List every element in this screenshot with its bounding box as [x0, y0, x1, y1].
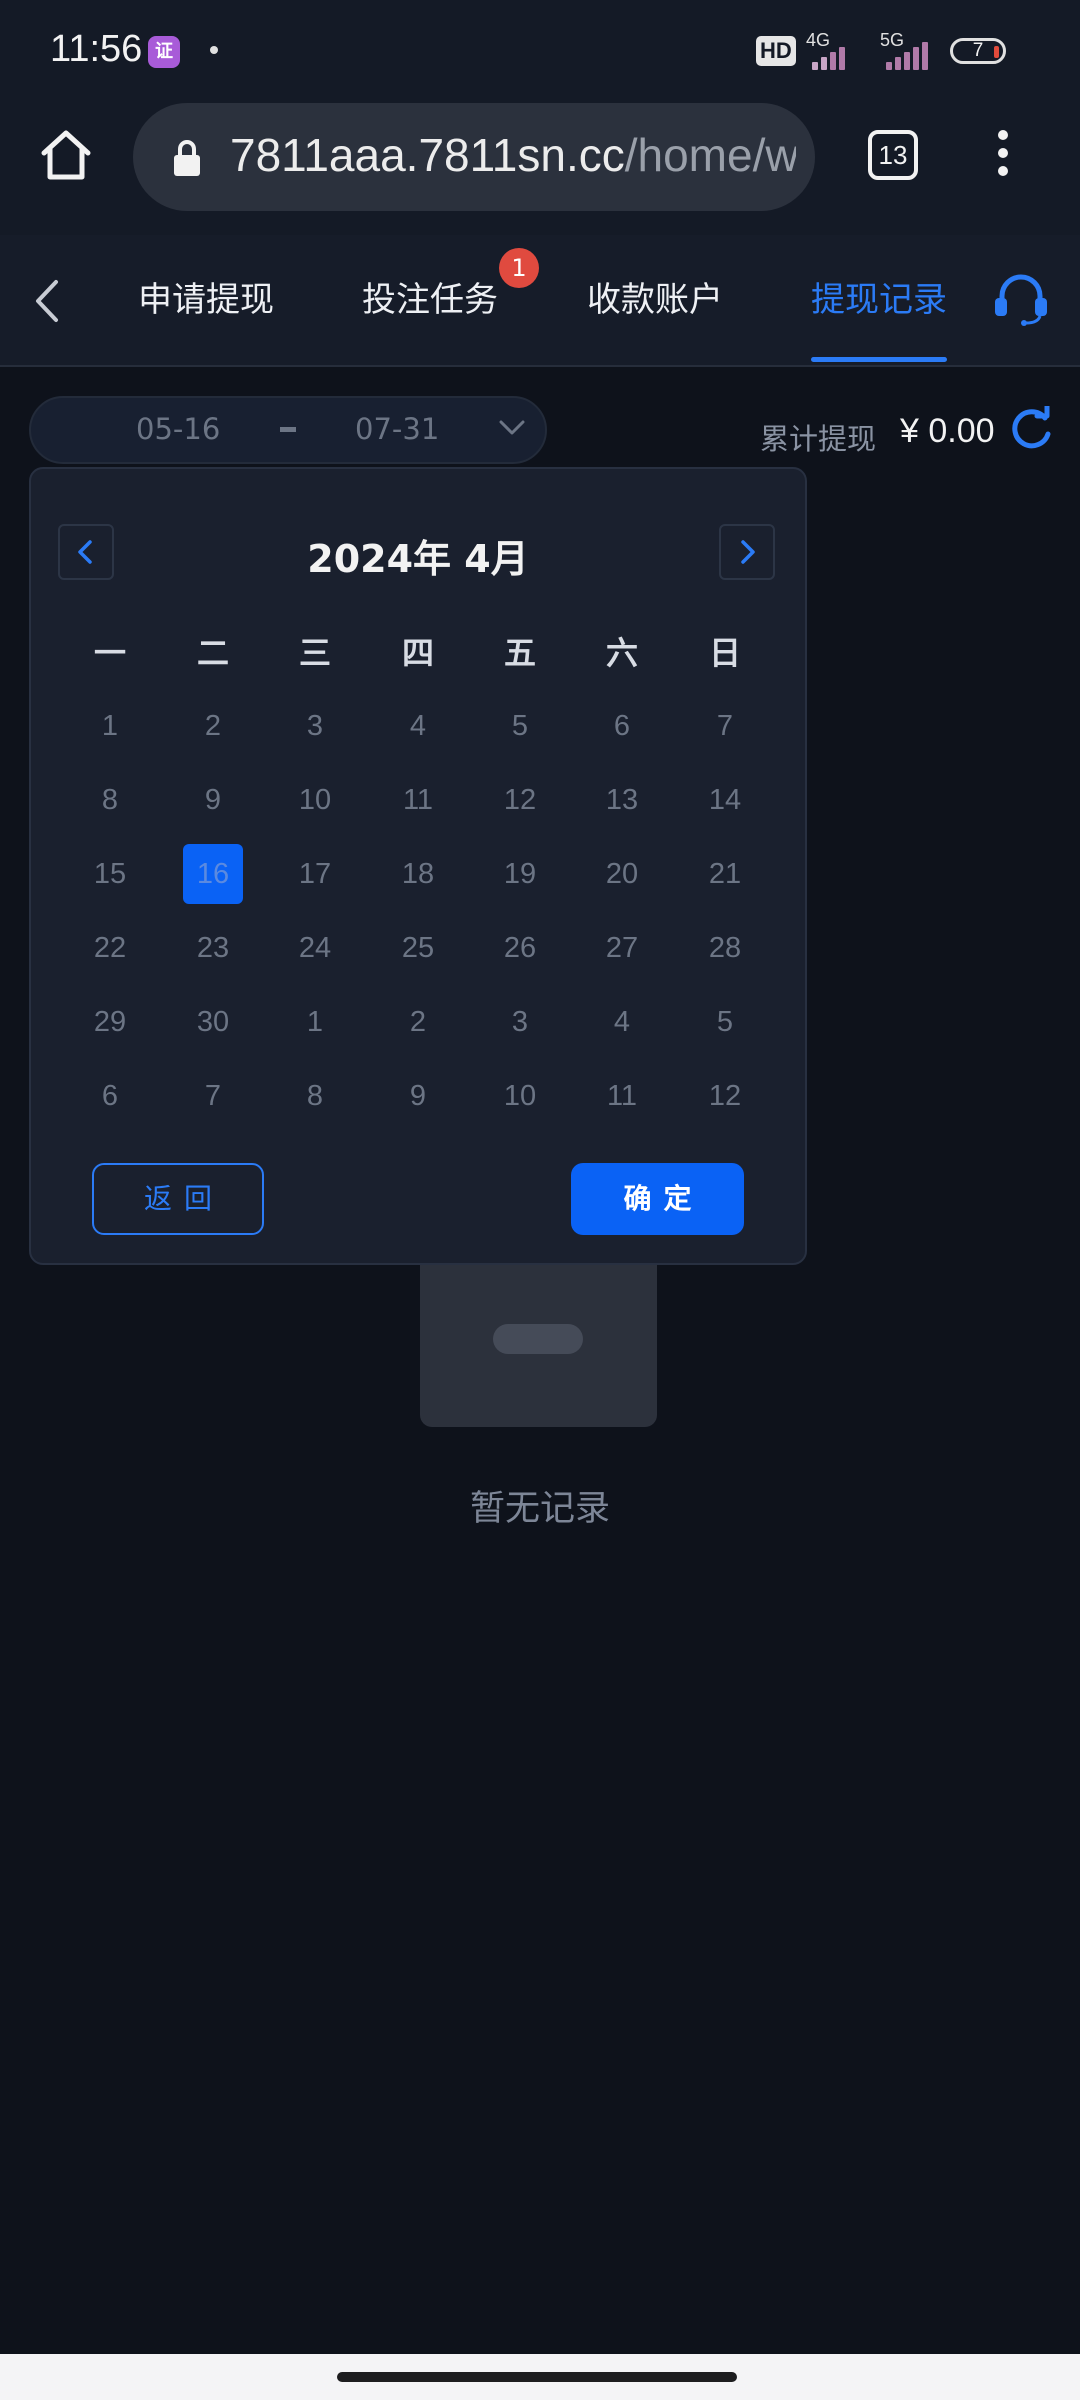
calendar-day[interactable]: 7 [183, 1066, 243, 1126]
url-host: 7811aaa.7811sn.cc [230, 129, 625, 181]
calendar-day[interactable]: 1 [80, 696, 140, 756]
notification-dot-icon [210, 46, 218, 54]
calendar-day[interactable]: 2 [183, 696, 243, 756]
url-path: /home/wit [624, 129, 796, 181]
end-date[interactable]: 07-31 [355, 412, 439, 446]
tab-switcher-button[interactable]: 13 [868, 130, 918, 180]
calendar-day[interactable]: 21 [695, 844, 755, 904]
calendar-day[interactable]: 26 [490, 918, 550, 978]
calendar-day[interactable]: 19 [490, 844, 550, 904]
total-withdraw-label: 累计提现 [760, 422, 877, 456]
home-icon[interactable] [36, 125, 96, 185]
calendar-day[interactable]: 6 [80, 1066, 140, 1126]
app-notification-icon: 证 [148, 36, 180, 68]
start-date[interactable]: 05-16 [136, 412, 220, 446]
calendar-day[interactable]: 30 [183, 992, 243, 1052]
calendar-day[interactable]: 4 [592, 992, 652, 1052]
calendar-day[interactable]: 9 [388, 1066, 448, 1126]
calendar-day-selected[interactable]: 16 [183, 844, 243, 904]
calendar-day[interactable]: 17 [285, 844, 345, 904]
signal-strength-5g-icon [886, 40, 928, 70]
calendar-day[interactable]: 3 [490, 992, 550, 1052]
weekday-label: 五 [503, 634, 536, 672]
chevron-down-icon[interactable] [498, 418, 526, 438]
calendar-month-title: 2024年 4月 [307, 537, 529, 581]
task-count-badge: 1 [499, 248, 539, 288]
tab-betting-task[interactable]: 投注任务 [362, 272, 498, 321]
calendar-day[interactable]: 12 [490, 770, 550, 830]
calendar-day[interactable]: 3 [285, 696, 345, 756]
tab-withdraw-record[interactable]: 提现记录 [811, 272, 947, 321]
weekday-label: 一 [93, 634, 126, 672]
calendar-day[interactable]: 8 [285, 1066, 345, 1126]
calendar-day[interactable]: 7 [695, 696, 755, 756]
weekday-label: 三 [298, 634, 331, 672]
empty-box-slot [493, 1324, 583, 1354]
date-separator [280, 427, 296, 432]
calendar-day[interactable]: 14 [695, 770, 755, 830]
calendar-day[interactable]: 25 [388, 918, 448, 978]
calendar-day[interactable]: 1 [285, 992, 345, 1052]
calendar-day[interactable]: 5 [490, 696, 550, 756]
calendar-day[interactable]: 10 [490, 1066, 550, 1126]
refresh-icon[interactable] [1007, 406, 1055, 454]
customer-service-icon[interactable] [992, 272, 1050, 326]
total-withdraw-value: ¥ 0.00 [900, 412, 995, 450]
calendar-day[interactable]: 8 [80, 770, 140, 830]
calendar-day[interactable]: 10 [285, 770, 345, 830]
calendar-day[interactable]: 15 [80, 844, 140, 904]
calendar-day[interactable]: 29 [80, 992, 140, 1052]
calendar-day[interactable]: 13 [592, 770, 652, 830]
calendar-day[interactable]: 28 [695, 918, 755, 978]
signal-strength-icon [812, 44, 845, 70]
browser-menu-button[interactable] [988, 130, 1018, 182]
calendar-day[interactable]: 5 [695, 992, 755, 1052]
calendar-day[interactable]: 11 [592, 1066, 652, 1126]
empty-state-text: 暂无记录 [469, 1489, 610, 1529]
calendar-day[interactable]: 2 [388, 992, 448, 1052]
calendar-day[interactable]: 24 [285, 918, 345, 978]
status-time: 11:56 [50, 28, 143, 70]
calendar-day[interactable]: 4 [388, 696, 448, 756]
tab-payment-account[interactable]: 收款账户 [587, 272, 723, 321]
url-text[interactable]: 7811aaa.7811sn.cc/home/wit [230, 128, 796, 182]
calendar-confirm-button[interactable]: 确定 [571, 1163, 744, 1235]
weekday-label: 日 [708, 634, 741, 672]
back-arrow-icon[interactable] [30, 278, 64, 324]
weekday-label: 二 [196, 634, 229, 672]
home-indicator[interactable] [337, 2372, 737, 2382]
calendar-day[interactable]: 11 [388, 770, 448, 830]
hd-voice-icon: HD [756, 36, 796, 66]
calendar-day[interactable]: 9 [183, 770, 243, 830]
weekday-label: 六 [605, 634, 638, 672]
calendar-day[interactable]: 20 [592, 844, 652, 904]
calendar-day[interactable]: 12 [695, 1066, 755, 1126]
calendar-day[interactable]: 6 [592, 696, 652, 756]
calendar-back-button[interactable]: 返回 [92, 1163, 264, 1235]
weekday-label: 四 [401, 634, 434, 672]
battery-low-indicator [994, 46, 999, 58]
calendar-day[interactable]: 18 [388, 844, 448, 904]
calendar-day[interactable]: 23 [183, 918, 243, 978]
active-tab-indicator [811, 357, 947, 362]
calendar-day[interactable]: 27 [592, 918, 652, 978]
tab-apply-withdraw[interactable]: 申请提现 [138, 272, 274, 321]
calendar-day[interactable]: 22 [80, 918, 140, 978]
lock-icon [174, 140, 200, 176]
